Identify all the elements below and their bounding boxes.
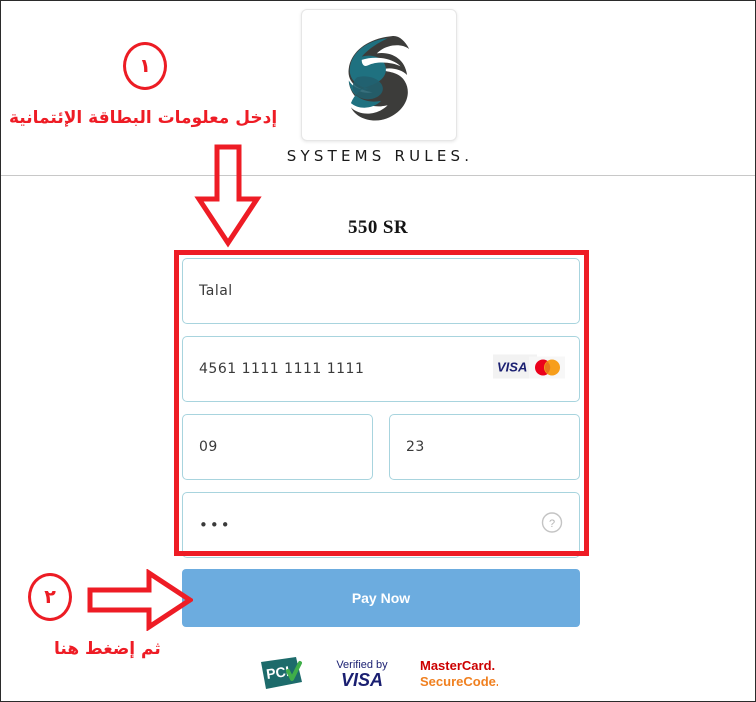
expiry-year-value: 23 [406,439,425,455]
card-number-field[interactable]: 4561 1111 1111 1111 VISA [182,336,580,402]
payment-form: Talal 4561 1111 1111 1111 VISA 09 23 •••… [182,258,580,570]
cardholder-name-field[interactable]: Talal [182,258,580,324]
systems-rules-swirl-logo-icon [325,21,433,129]
expiry-row: 09 23 [182,414,580,492]
annotation-step-2-text: ثم إضغط هنا [54,639,161,659]
arrow-down-outline-icon [187,144,269,253]
verified-by-visa-badge-icon: Verified by VISA [326,654,398,697]
mastercard-securecode-badge-icon: MasterCard. SecureCode. [418,654,499,697]
brand-name: SYSTEMS RULES. [286,147,474,165]
cvv-field[interactable]: ••• ? [182,492,580,558]
svg-text:SecureCode.: SecureCode. [420,674,498,689]
annotation-step-1-number: ١ [123,42,167,90]
pay-now-button[interactable]: Pay Now [182,569,580,627]
payment-amount: 550 SR [348,217,408,238]
payment-page: SYSTEMS RULES. 550 SR Talal 4561 1111 11… [0,0,756,702]
mastercard-icon [529,356,565,384]
card-brand-icons: VISA [493,354,565,384]
brand-logo-card [301,9,457,141]
cvv-value: ••• [199,516,232,534]
svg-text:MasterCard.: MasterCard. [420,658,495,673]
card-number-value: 4561 1111 1111 1111 [199,361,365,377]
arrow-right-outline-icon [87,568,195,636]
expiry-month-field[interactable]: 09 [182,414,373,480]
expiry-year-field[interactable]: 23 [389,414,580,480]
cardholder-name-value: Talal [199,283,233,299]
svg-text:VISA: VISA [341,670,383,690]
security-badges: PCI Verified by VISA MasterCard. SecureC… [1,654,755,697]
annotation-step-2-number: ٢ [28,573,72,621]
question-mark-circle-icon[interactable]: ? [541,512,563,539]
header-divider [1,175,755,176]
expiry-month-value: 09 [199,439,218,455]
annotation-step-1-text: إدخل معلومات البطاقة الإئتمانية [9,108,278,128]
svg-text:?: ? [549,518,555,530]
pay-now-label: Pay Now [351,590,411,606]
pci-compliance-badge-icon: PCI [258,654,306,697]
svg-text:VISA: VISA [497,360,527,375]
page-header: SYSTEMS RULES. [1,1,755,175]
